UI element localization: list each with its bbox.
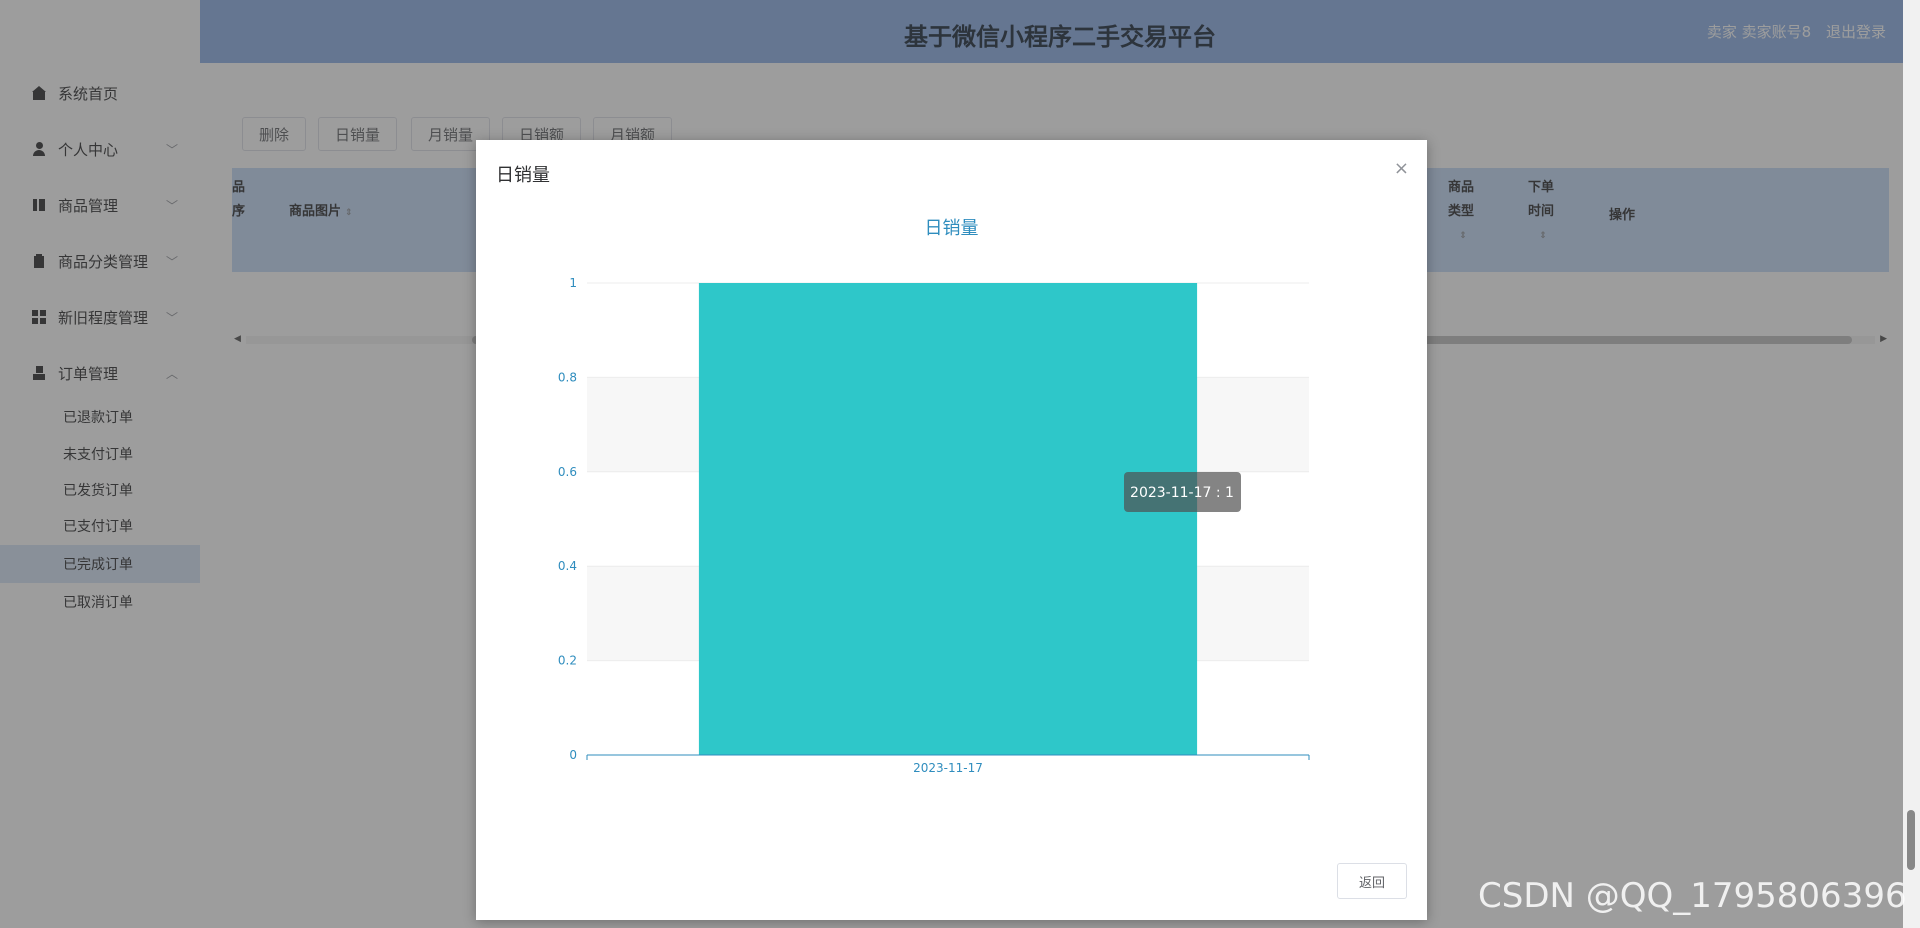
y-tick-label: 1 <box>569 276 577 290</box>
return-button[interactable]: 返回 <box>1337 863 1407 899</box>
chart-tooltip: 2023-11-17 : 1 <box>1124 472 1241 512</box>
y-tick-label: 0.4 <box>558 559 577 573</box>
y-tick-label: 0.2 <box>558 654 577 668</box>
bar <box>698 283 1198 755</box>
bar-chart: 0 0.2 0.4 0.6 0.8 1 2023-11-17 2023-11-17 : 1 <box>558 276 1310 775</box>
dialog-title: 日销量 <box>496 165 550 186</box>
page-scrollbar[interactable] <box>1903 0 1920 928</box>
y-tick-label: 0.6 <box>558 465 577 479</box>
x-tick-label: 2023-11-17 <box>913 761 983 775</box>
chart-dialog: 日销量 × 日销量 0 0.2 0.4 0.6 0.8 1 2023-11-17 2023-1… <box>476 140 1427 920</box>
chart-container: 日销量 0 0.2 0.4 0.6 0.8 1 2023-11-17 2023-11-17 :… <box>476 210 1427 790</box>
close-icon[interactable]: × <box>1394 158 1409 179</box>
y-tick-label: 0 <box>569 748 577 762</box>
page-scrollbar-thumb[interactable] <box>1907 810 1915 870</box>
tooltip-text: 2023-11-17 : 1 <box>1130 485 1234 501</box>
y-tick-label: 0.8 <box>558 370 577 384</box>
csdn-watermark: CSDN @QQ_1795806396 <box>1478 876 1907 916</box>
